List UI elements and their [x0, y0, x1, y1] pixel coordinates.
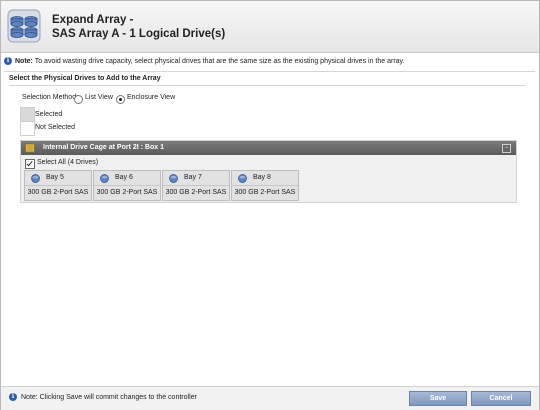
- bay-name: Bay 5: [46, 174, 64, 181]
- bay-name: Bay 8: [253, 174, 271, 181]
- bay-description: 300 GB 2-Port SAS: [96, 189, 158, 196]
- bay-name: Bay 7: [184, 174, 202, 181]
- select-all-checkbox[interactable]: [25, 159, 35, 169]
- select-all-label[interactable]: Select All (4 Drives): [37, 159, 98, 166]
- drive-cage-icon: [25, 143, 35, 153]
- bay-tile-8[interactable]: Bay 8 300 GB 2-Port SAS: [231, 170, 299, 201]
- not-selected-swatch: [20, 121, 35, 136]
- drive-cage-header: Internal Drive Cage at Port 2I : Box 1 −: [21, 141, 516, 155]
- collapse-icon[interactable]: −: [502, 144, 511, 153]
- bay-tile-header: Bay 5: [25, 171, 91, 186]
- hard-disk-icon: [169, 174, 178, 183]
- page-header: Expand Array - SAS Array A - 1 Logical D…: [1, 1, 539, 53]
- footer-bar: i Note: Clicking Save will commit changes…: [1, 386, 539, 410]
- list-view-radio[interactable]: [74, 95, 83, 104]
- divider: [9, 85, 525, 86]
- expand-array-dialog: Expand Array - SAS Array A - 1 Logical D…: [0, 0, 540, 410]
- bay-name: Bay 6: [115, 174, 133, 181]
- info-icon: i: [9, 393, 17, 402]
- note-text: To avoid wasting drive capacity, select …: [34, 58, 405, 65]
- not-selected-legend-label: Not Selected: [35, 124, 76, 131]
- bay-tile-5[interactable]: Bay 5 300 GB 2-Port SAS: [24, 170, 92, 201]
- array-drives-icon: [7, 9, 41, 43]
- capacity-note: i Note: To avoid wasting drive capacity, …: [4, 55, 535, 69]
- bay-description: 300 GB 2-Port SAS: [234, 189, 296, 196]
- page-subtitle: SAS Array A - 1 Logical Drive(s): [52, 28, 226, 40]
- bay-tile-header: Bay 7: [163, 171, 229, 186]
- save-button[interactable]: Save: [409, 391, 467, 406]
- drive-cage-panel: Internal Drive Cage at Port 2I : Box 1 −…: [20, 140, 517, 203]
- footer-note: i Note: Clicking Save will commit changes…: [9, 387, 197, 409]
- hard-disk-icon: [31, 174, 40, 183]
- hard-disk-icon: [100, 174, 109, 183]
- bay-tile-6[interactable]: Bay 6 300 GB 2-Port SAS: [93, 170, 161, 201]
- enclosure-view-label[interactable]: Enclosure View: [127, 94, 175, 101]
- selection-method-label: Selection Method:: [22, 94, 79, 101]
- bay-tile-header: Bay 6: [94, 171, 160, 186]
- selected-legend-label: Selected: [35, 111, 63, 118]
- footer-note-text: Note: Clicking Save will commit changes …: [21, 394, 197, 401]
- list-view-label[interactable]: List View: [85, 94, 113, 101]
- section-title: Select the Physical Drives to Add to the…: [9, 75, 161, 82]
- bay-description: 300 GB 2-Port SAS: [27, 189, 89, 196]
- cancel-button[interactable]: Cancel: [471, 391, 531, 406]
- note-label: Note:: [15, 58, 33, 65]
- selected-swatch: [20, 107, 35, 122]
- bay-description: 300 GB 2-Port SAS: [165, 189, 227, 196]
- divider: [4, 71, 535, 72]
- hard-disk-icon: [238, 174, 247, 183]
- drive-cage-title: Internal Drive Cage at Port 2I : Box 1: [43, 144, 164, 151]
- bay-tile-header: Bay 8: [232, 171, 298, 186]
- enclosure-view-radio[interactable]: [116, 95, 125, 104]
- info-icon: i: [4, 57, 12, 66]
- page-title: Expand Array -: [52, 14, 134, 26]
- bay-tile-7[interactable]: Bay 7 300 GB 2-Port SAS: [162, 170, 230, 201]
